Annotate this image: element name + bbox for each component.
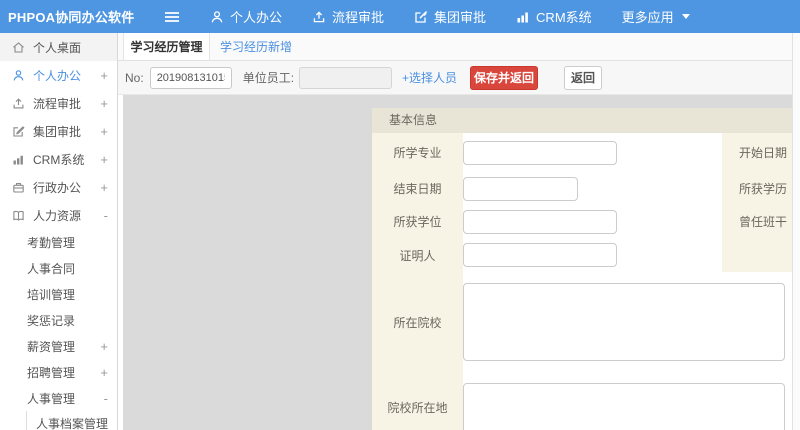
sidebar-item-hr-contract[interactable]: 人事合同 xyxy=(0,255,117,281)
start-date-label: 开始日期 xyxy=(722,133,792,172)
sidebar: 个人桌面 个人办公 + 流程审批 + 集团审批 + CRM系统 + 行政办公 +… xyxy=(0,33,118,430)
reference-person-label: 证明人 xyxy=(372,238,463,272)
return-button[interactable]: 返回 xyxy=(564,65,603,90)
nav-item-label: CRM系统 xyxy=(536,10,592,25)
sidebar-item-attendance-mgmt[interactable]: 考勤管理 xyxy=(0,229,117,255)
expand-toggle[interactable]: + xyxy=(100,340,108,353)
record-no-label: No: xyxy=(125,70,144,85)
nav-personal-office[interactable]: 个人办公 xyxy=(210,7,282,26)
school-field[interactable] xyxy=(463,283,785,361)
major-field[interactable] xyxy=(463,140,617,165)
nav-item-label: 集团审批 xyxy=(434,10,487,25)
tab-study-experience-mgmt[interactable]: 学习经历管理 xyxy=(123,33,210,60)
home-icon xyxy=(12,40,26,54)
tab-study-experience-new[interactable]: 学习经历新增 xyxy=(210,33,302,60)
school-label: 所在院校 xyxy=(372,272,463,372)
expand-toggle[interactable]: + xyxy=(100,97,108,110)
sidebar-item-group-approval[interactable]: 集团审批 + xyxy=(0,117,117,145)
expand-toggle[interactable]: + xyxy=(100,153,108,166)
edit-icon xyxy=(414,10,428,24)
major-label: 所学专业 xyxy=(372,133,463,172)
school-location-field[interactable] xyxy=(463,383,785,430)
class-cadre-label: 曾任班干 xyxy=(722,205,792,238)
end-date-field[interactable] xyxy=(463,176,578,201)
nav-item-label: 流程审批 xyxy=(332,10,385,25)
person-icon xyxy=(210,10,224,24)
save-and-return-button[interactable]: 保存并返回 xyxy=(470,65,539,90)
edit-icon xyxy=(12,124,26,138)
person-icon xyxy=(12,68,26,82)
education-label: 所获学历 xyxy=(722,172,792,205)
sidebar-item-personal-office[interactable]: 个人办公 + xyxy=(0,61,117,89)
nav-crm-system[interactable]: CRM系统 xyxy=(516,7,592,26)
content-area: 基本信息 所学专业 开始日期 结束日期 所获学历 所获学位 曾任班干 证明人 所… xyxy=(118,95,800,430)
tab-bar: 学习经历管理 学习经历新增 xyxy=(118,33,800,61)
sidebar-item-personnel-archive-mgmt[interactable]: 人事档案管理 xyxy=(26,411,117,430)
sidebar-item-human-resources[interactable]: 人力资源 - xyxy=(0,201,117,229)
nav-item-label: 个人办公 xyxy=(230,10,283,25)
caret-down-icon xyxy=(681,14,690,19)
nav-more-apps[interactable]: 更多应用 xyxy=(622,7,690,26)
sidebar-item-process-approval[interactable]: 流程审批 + xyxy=(0,89,117,117)
nav-process-approval[interactable]: 流程审批 xyxy=(312,7,384,26)
employee-input[interactable] xyxy=(299,66,393,89)
vertical-scrollbar[interactable] xyxy=(792,33,800,430)
nav-item-label: 更多应用 xyxy=(621,10,674,25)
sidebar-item-admin-office[interactable]: 行政办公 + xyxy=(0,173,117,201)
briefcase-icon xyxy=(12,180,26,194)
sidebar-item-crm-system[interactable]: CRM系统 + xyxy=(0,145,117,173)
main-area: 学习经历管理 学习经历新增 No: 单位员工: +选择人员 保存并返回 返回 基… xyxy=(118,33,800,430)
chart-icon xyxy=(516,10,530,24)
degree-field[interactable] xyxy=(463,209,617,234)
employee-label: 单位员工: xyxy=(242,71,295,85)
sidebar-item-recruitment-mgmt[interactable]: 招聘管理 + xyxy=(0,359,117,385)
book-icon xyxy=(12,208,26,222)
expand-toggle[interactable]: + xyxy=(100,181,108,194)
record-no-input[interactable] xyxy=(149,66,232,89)
expand-toggle[interactable]: - xyxy=(104,209,108,222)
process-icon xyxy=(312,10,326,24)
end-date-label: 结束日期 xyxy=(372,172,463,205)
school-location-label: 院校所在地 xyxy=(372,372,463,430)
reference-person-field[interactable] xyxy=(463,243,617,267)
section-title: 基本信息 xyxy=(372,108,792,133)
basic-info-panel: 基本信息 所学专业 开始日期 结束日期 所获学历 所获学位 曾任班干 证明人 所… xyxy=(372,108,792,430)
nav-group-approval[interactable]: 集团审批 xyxy=(414,7,486,26)
top-nav-menu: 个人办公 流程审批 集团审批 CRM系统 更多应用 xyxy=(180,7,690,26)
app-logo: PHPOA协同办公软件 xyxy=(8,10,135,25)
top-navbar: PHPOA协同办公软件 个人办公 流程审批 集团审批 CRM系统 更多应用 xyxy=(0,0,800,33)
sidebar-item-personal-desktop[interactable]: 个人桌面 xyxy=(0,33,117,61)
process-icon xyxy=(12,96,26,110)
degree-label: 所获学位 xyxy=(372,205,463,238)
sidebar-item-reward-punishment[interactable]: 奖惩记录 xyxy=(0,307,117,333)
app-window: PHPOA协同办公软件 个人办公 流程审批 集团审批 CRM系统 更多应用 个人… xyxy=(0,0,800,430)
empty-right-cell xyxy=(722,238,792,272)
sidebar-item-personnel-mgmt[interactable]: 人事管理 - xyxy=(0,385,117,411)
menu-toggle-icon[interactable] xyxy=(164,11,180,23)
select-person-link[interactable]: +选择人员 xyxy=(402,69,457,86)
expand-toggle[interactable]: + xyxy=(100,125,108,138)
expand-toggle[interactable]: + xyxy=(100,69,108,82)
toolbar: No: 单位员工: +选择人员 保存并返回 返回 xyxy=(118,61,800,95)
expand-toggle[interactable]: + xyxy=(100,366,108,379)
sidebar-item-salary-mgmt[interactable]: 薪资管理 + xyxy=(0,333,117,359)
sidebar-item-training-mgmt[interactable]: 培训管理 xyxy=(0,281,117,307)
chart-icon xyxy=(12,152,26,166)
expand-toggle[interactable]: - xyxy=(104,392,108,405)
